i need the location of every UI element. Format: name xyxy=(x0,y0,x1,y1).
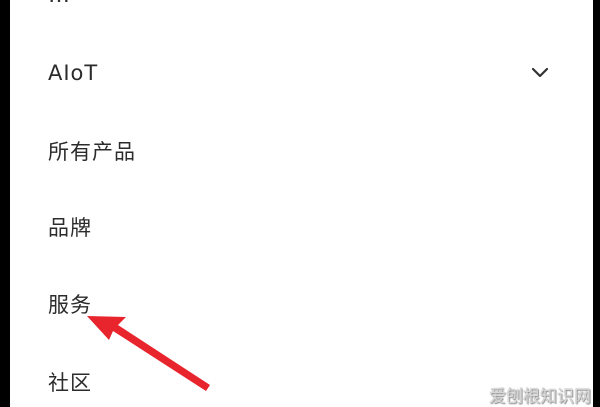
menu-item-all-products[interactable]: 所有产品 xyxy=(10,121,593,181)
partial-menu-item: … xyxy=(48,0,118,7)
menu-item-label: 社区 xyxy=(48,371,92,395)
menu-item-label: 所有产品 xyxy=(48,140,136,164)
menu-item-service[interactable]: 服务 xyxy=(10,274,593,334)
menu-item-label: 服务 xyxy=(48,293,92,317)
menu-item-brand[interactable]: 品牌 xyxy=(10,197,593,257)
chevron-down-icon[interactable] xyxy=(531,64,549,82)
watermark: 爱刨根知识网 xyxy=(489,387,591,407)
menu-panel: … AIoT 所有产品 品牌 服务 社区 爱刨根知识网 xyxy=(10,0,593,407)
menu-item-aiot[interactable]: AIoT xyxy=(10,43,593,103)
menu-item-label: 品牌 xyxy=(48,216,92,240)
menu-item-label: AIoT xyxy=(48,61,99,85)
